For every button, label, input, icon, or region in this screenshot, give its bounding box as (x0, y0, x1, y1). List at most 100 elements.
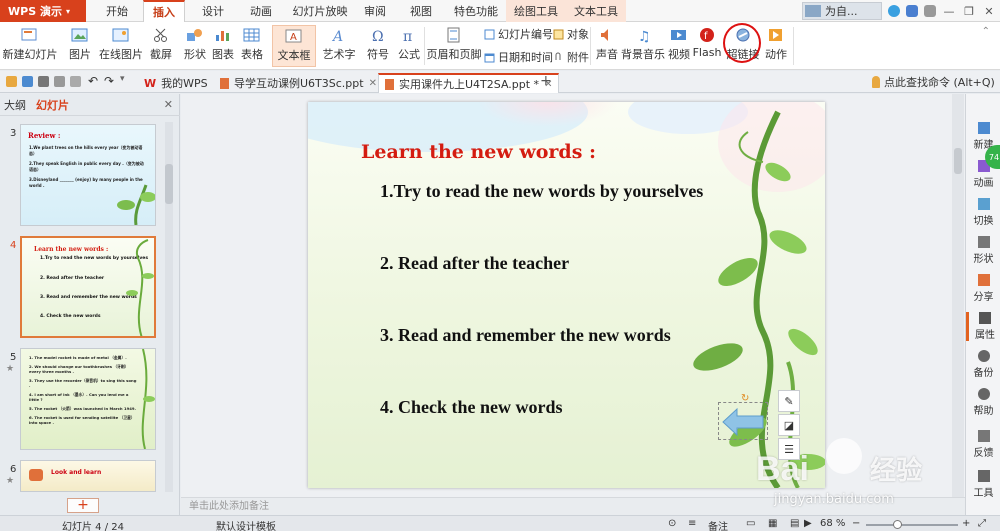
tab-drawing-tools[interactable]: 绘图工具 (506, 0, 566, 22)
tab-insert[interactable]: 插入 (143, 0, 185, 22)
find-command-box[interactable]: 点此查找命令 (Alt+Q) (872, 74, 995, 90)
user-account[interactable]: 为自... (802, 2, 882, 20)
minimize-icon[interactable]: — (942, 4, 956, 18)
flash-button[interactable]: f Flash (693, 25, 721, 67)
slide-title[interactable]: Learn the new words : (361, 141, 596, 163)
shape-edit-tool[interactable]: ✎ (778, 390, 800, 412)
close-panel-icon[interactable]: ✕ (164, 98, 173, 111)
doc-tab-file1[interactable]: 导学互动课例U6T3Sc.ppt ✕ (214, 73, 383, 93)
cartoon-icon (29, 469, 43, 481)
tab-design[interactable]: 设计 (192, 0, 234, 22)
redo-icon[interactable]: ↷ (104, 74, 114, 88)
canvas-scrollbar[interactable] (952, 94, 964, 497)
tab-home[interactable]: 开始 (98, 0, 136, 22)
close-tab-icon[interactable]: ✕ (369, 78, 377, 89)
pane-tools[interactable]: 工具 (966, 470, 1000, 499)
zoom-in-icon[interactable]: + (962, 518, 970, 529)
video-button[interactable]: 视频 (666, 25, 692, 67)
shape-button[interactable]: 形状 (179, 25, 211, 67)
tab-slideshow[interactable]: 幻灯片放映 (287, 0, 353, 22)
notes-toggle[interactable]: 备注 (708, 518, 728, 531)
qa-dropdown-icon[interactable]: ▾ (120, 74, 125, 84)
pane-shape[interactable]: 形状 (966, 236, 1000, 265)
new-slide-button[interactable]: 新建幻灯片 (2, 25, 58, 67)
help-icon[interactable] (924, 5, 936, 17)
ribbon-divider (793, 27, 794, 65)
svg-text:♫: ♫ (638, 29, 651, 43)
tab-view[interactable]: 视图 (402, 0, 440, 22)
preview-icon[interactable] (54, 76, 65, 87)
new-slide-label: 新建幻灯片 (2, 48, 58, 61)
pane-properties[interactable]: 属性 (966, 312, 1000, 341)
table-button[interactable]: 表格 (237, 25, 267, 67)
header-footer-button[interactable]: 页眉和页脚 (427, 25, 482, 67)
slide-item-1[interactable]: 1.Try to read the new words by yourselve… (380, 181, 703, 202)
art-text-button[interactable]: A 艺术字 (318, 25, 360, 67)
format-painter-icon[interactable] (70, 76, 81, 87)
bg-music-button[interactable]: ♫ 背景音乐 (621, 25, 665, 67)
date-time-button[interactable]: 日期和时间 (484, 49, 553, 65)
slide-item-3[interactable]: 3. Read and remember the new words (380, 325, 671, 346)
tab-slides[interactable]: 幻灯片 (36, 97, 69, 113)
sound-button[interactable]: 声音 (594, 25, 620, 67)
object-icon (553, 29, 564, 39)
rotate-handle-icon[interactable]: ↻ (741, 393, 749, 404)
picture-button[interactable]: 图片 (63, 25, 97, 67)
pane-feedback[interactable]: 反馈 (966, 430, 1000, 459)
screenshot-button[interactable]: 截屏 (145, 25, 177, 67)
pane-help[interactable]: 帮助 (966, 388, 1000, 417)
doc-tab-mywps[interactable]: W 我的WPS (138, 73, 214, 93)
shirt-icon[interactable] (906, 5, 918, 17)
tab-outline[interactable]: 大纲 (4, 97, 26, 113)
attachment-button[interactable]: 附件 (553, 49, 589, 65)
new-tab-icon[interactable]: + (540, 73, 552, 89)
save-icon[interactable] (22, 76, 33, 87)
skin-icon[interactable] (888, 5, 900, 17)
add-slide-button[interactable]: + (67, 498, 99, 513)
tab-review[interactable]: 审阅 (356, 0, 394, 22)
object-button[interactable]: 对象 (553, 26, 589, 42)
pane-backup[interactable]: 备份 (966, 350, 1000, 379)
slide-item-2[interactable]: 2. Read after the teacher (380, 253, 569, 274)
slide-thumbnail-6[interactable]: Look and learn (20, 460, 156, 492)
pane-share[interactable]: 分享 (966, 274, 1000, 303)
svg-text:π: π (403, 29, 412, 43)
paperclip-icon (555, 52, 561, 60)
slide-thumbnail-3[interactable]: Review : 1.We plant trees on the hills e… (20, 124, 156, 226)
doc-tab-file2[interactable]: 实用课件九上U4T2SA.ppt * ✕ (378, 73, 560, 93)
video-icon (671, 30, 686, 40)
formula-button[interactable]: π 公式 (396, 25, 422, 67)
collapse-ribbon-icon[interactable]: ⌃ (982, 26, 990, 37)
protect-icon[interactable]: ⊙ (668, 518, 676, 529)
chart-icon (216, 31, 229, 41)
slide-number: 4 (10, 240, 17, 251)
restore-icon[interactable]: ❐ (962, 4, 976, 18)
table-label: 表格 (241, 48, 263, 61)
slide-thumbnail-5[interactable]: 1. The model rocket is made of metal （金属… (20, 348, 156, 450)
tab-animation[interactable]: 动画 (240, 0, 282, 22)
slide-item-4[interactable]: 4. Check the new words (380, 397, 563, 418)
slide-thumbnail-4[interactable]: Learn the new words : 1.Try to read the … (20, 236, 156, 338)
fit-window-icon[interactable]: ⤢ (978, 518, 986, 529)
folder-icon[interactable] (6, 76, 17, 87)
print-icon[interactable] (38, 76, 49, 87)
tab-text-tools[interactable]: 文本工具 (566, 0, 626, 22)
canvas-scroll-handle[interactable] (954, 148, 962, 174)
chart-button[interactable]: 图表 (212, 25, 234, 67)
online-picture-button[interactable]: 在线图片 (99, 25, 143, 67)
tab-features[interactable]: 特色功能 (448, 0, 504, 22)
pane-transition[interactable]: 切换 (966, 198, 1000, 227)
zoom-slider[interactable] (866, 524, 958, 526)
undo-icon[interactable]: ↶ (88, 74, 98, 88)
close-icon[interactable]: ✕ (982, 4, 996, 18)
app-menu-button[interactable]: WPS 演示 ▾ (0, 0, 86, 22)
ribbon-divider (424, 27, 425, 65)
textbox-button[interactable]: A 文本框 (272, 25, 316, 67)
template-name[interactable]: 默认设计模板 (216, 518, 276, 531)
symbol-button[interactable]: Ω 符号 (364, 25, 392, 67)
thumbnail-scroll-handle[interactable] (165, 164, 173, 204)
notes-toggle-icon[interactable]: ≡ (688, 518, 696, 529)
action-button[interactable]: 动作 (763, 25, 789, 67)
zoom-slider-handle[interactable] (893, 520, 902, 529)
slide-number-button[interactable]: 幻灯片编号 (484, 26, 553, 42)
